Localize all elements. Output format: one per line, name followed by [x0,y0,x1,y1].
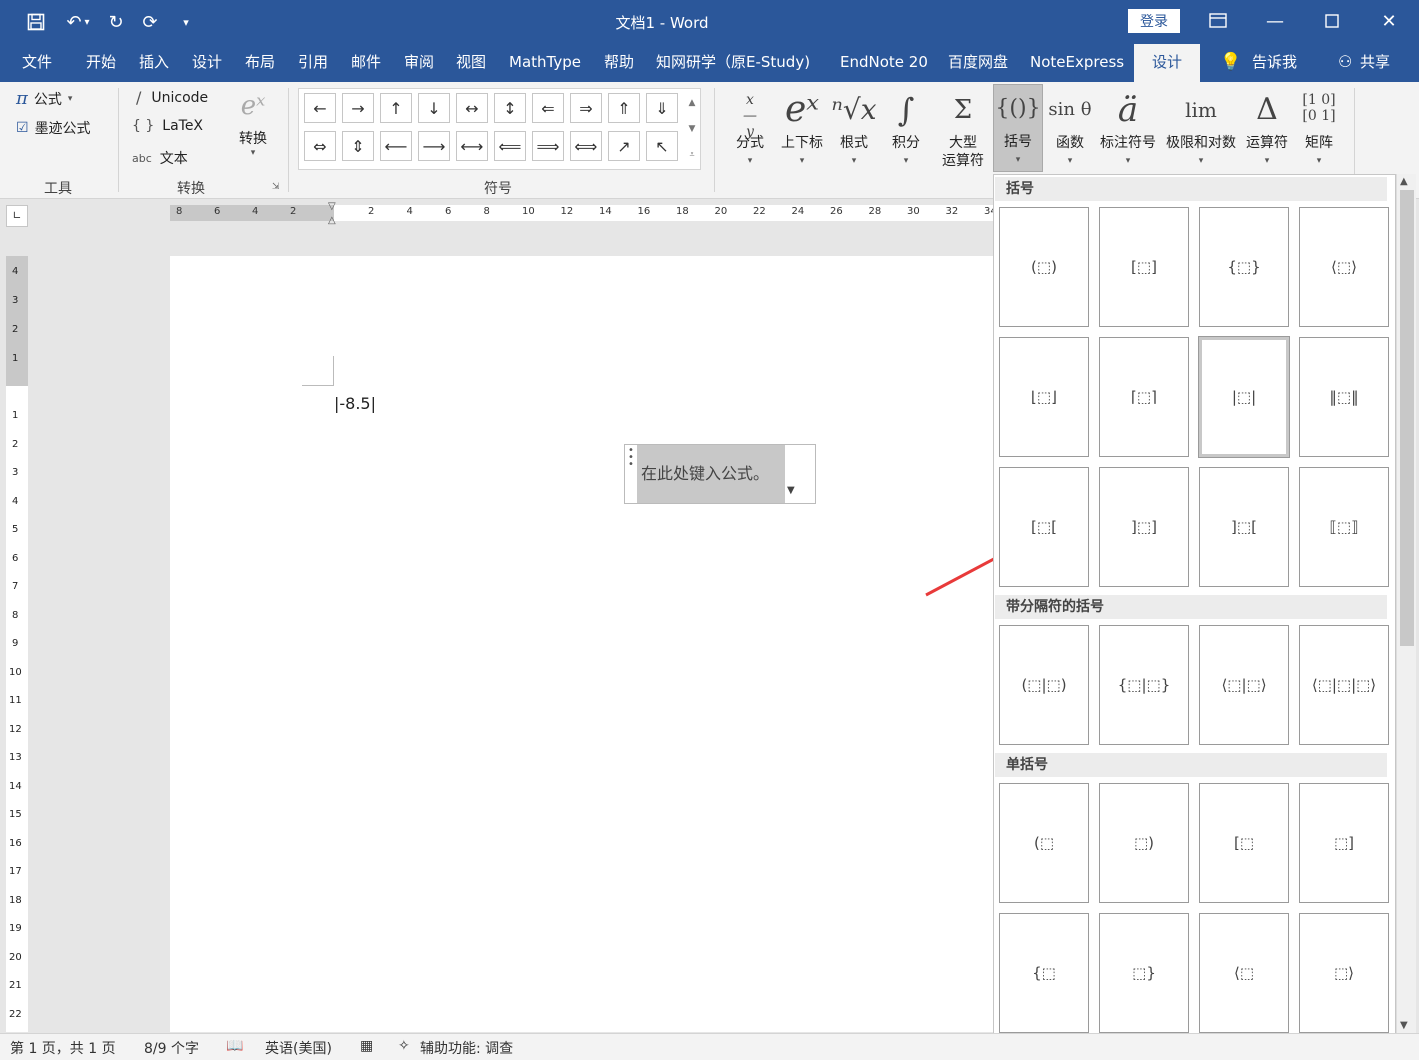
accessibility-status[interactable]: 辅助功能: 调查 [420,1038,513,1058]
bracket-gallery: 括号 (⬚) [⬚] {⬚} ⟨⬚⟩ ⌊⬚⌋ ⌈⬚⌉ |⬚| ‖⬚‖ [⬚[]⬚]]⬚[⟦⬚⟧ … [993,174,1396,1038]
section-header: 单括号 [995,753,1387,777]
section-header: 带分隔符的括号 [995,595,1387,619]
bracket-option[interactable]: (⬚ [999,783,1089,903]
section-header: 括号 [995,177,1387,201]
status-bar: 第 1 页，共 1 页 8/9 个字 📖 英语(美国) ▦ ✧ 辅助功能: 调查 [0,1033,1419,1060]
bracket-option[interactable]: (⬚|⬚) [999,625,1089,745]
bracket-option[interactable]: ⟨⬚⟩ [1299,207,1389,327]
bracket-option[interactable]: ⬚} [1099,913,1189,1033]
bracket-option[interactable]: [⬚ [1199,783,1289,903]
bracket-option[interactable]: ‖⬚‖ [1299,337,1389,457]
language-indicator[interactable]: 英语(美国) [265,1038,332,1058]
page-count[interactable]: 第 1 页，共 1 页 [10,1038,116,1058]
scroll-thumb[interactable] [1400,190,1414,646]
bracket-option[interactable]: ⌊⬚⌋ [999,337,1089,457]
bracket-option[interactable]: [⬚] [1099,207,1189,327]
bracket-option[interactable]: {⬚|⬚} [1099,625,1189,745]
bracket-option[interactable]: [⬚[ [999,467,1089,587]
bracket-option[interactable]: ⬚) [1099,783,1189,903]
proofing-icon[interactable]: 📖 [226,1038,243,1054]
scroll-down-icon[interactable]: ▼ [1400,1020,1408,1031]
bracket-option[interactable]: ⌈⬚⌉ [1099,337,1189,457]
gallery-scrollbar[interactable]: ▲ ▼ [1396,174,1416,1038]
bracket-option[interactable]: ⟨⬚|⬚⟩ [1199,625,1289,745]
bracket-option[interactable]: ]⬚[ [1199,467,1289,587]
accessibility-icon: ✧ [398,1038,410,1054]
bracket-option[interactable]: ⟨⬚|⬚|⬚⟩ [1299,625,1389,745]
bracket-option[interactable]: ]⬚] [1099,467,1189,587]
bracket-option[interactable]: ⬚⟩ [1299,913,1389,1033]
bracket-option[interactable]: ⟦⬚⟧ [1299,467,1389,587]
bracket-option[interactable]: |⬚| [1198,336,1290,458]
word-count[interactable]: 8/9 个字 [144,1038,199,1058]
bracket-option[interactable]: (⬚) [999,207,1089,327]
bracket-option[interactable]: ⬚] [1299,783,1389,903]
bracket-option[interactable]: {⬚} [1199,207,1289,327]
bracket-option[interactable]: {⬚ [999,913,1089,1033]
scroll-up-icon[interactable]: ▲ [1400,176,1408,187]
bracket-option[interactable]: ⟨⬚ [1199,913,1289,1033]
macro-icon[interactable]: ▦ [360,1038,373,1054]
